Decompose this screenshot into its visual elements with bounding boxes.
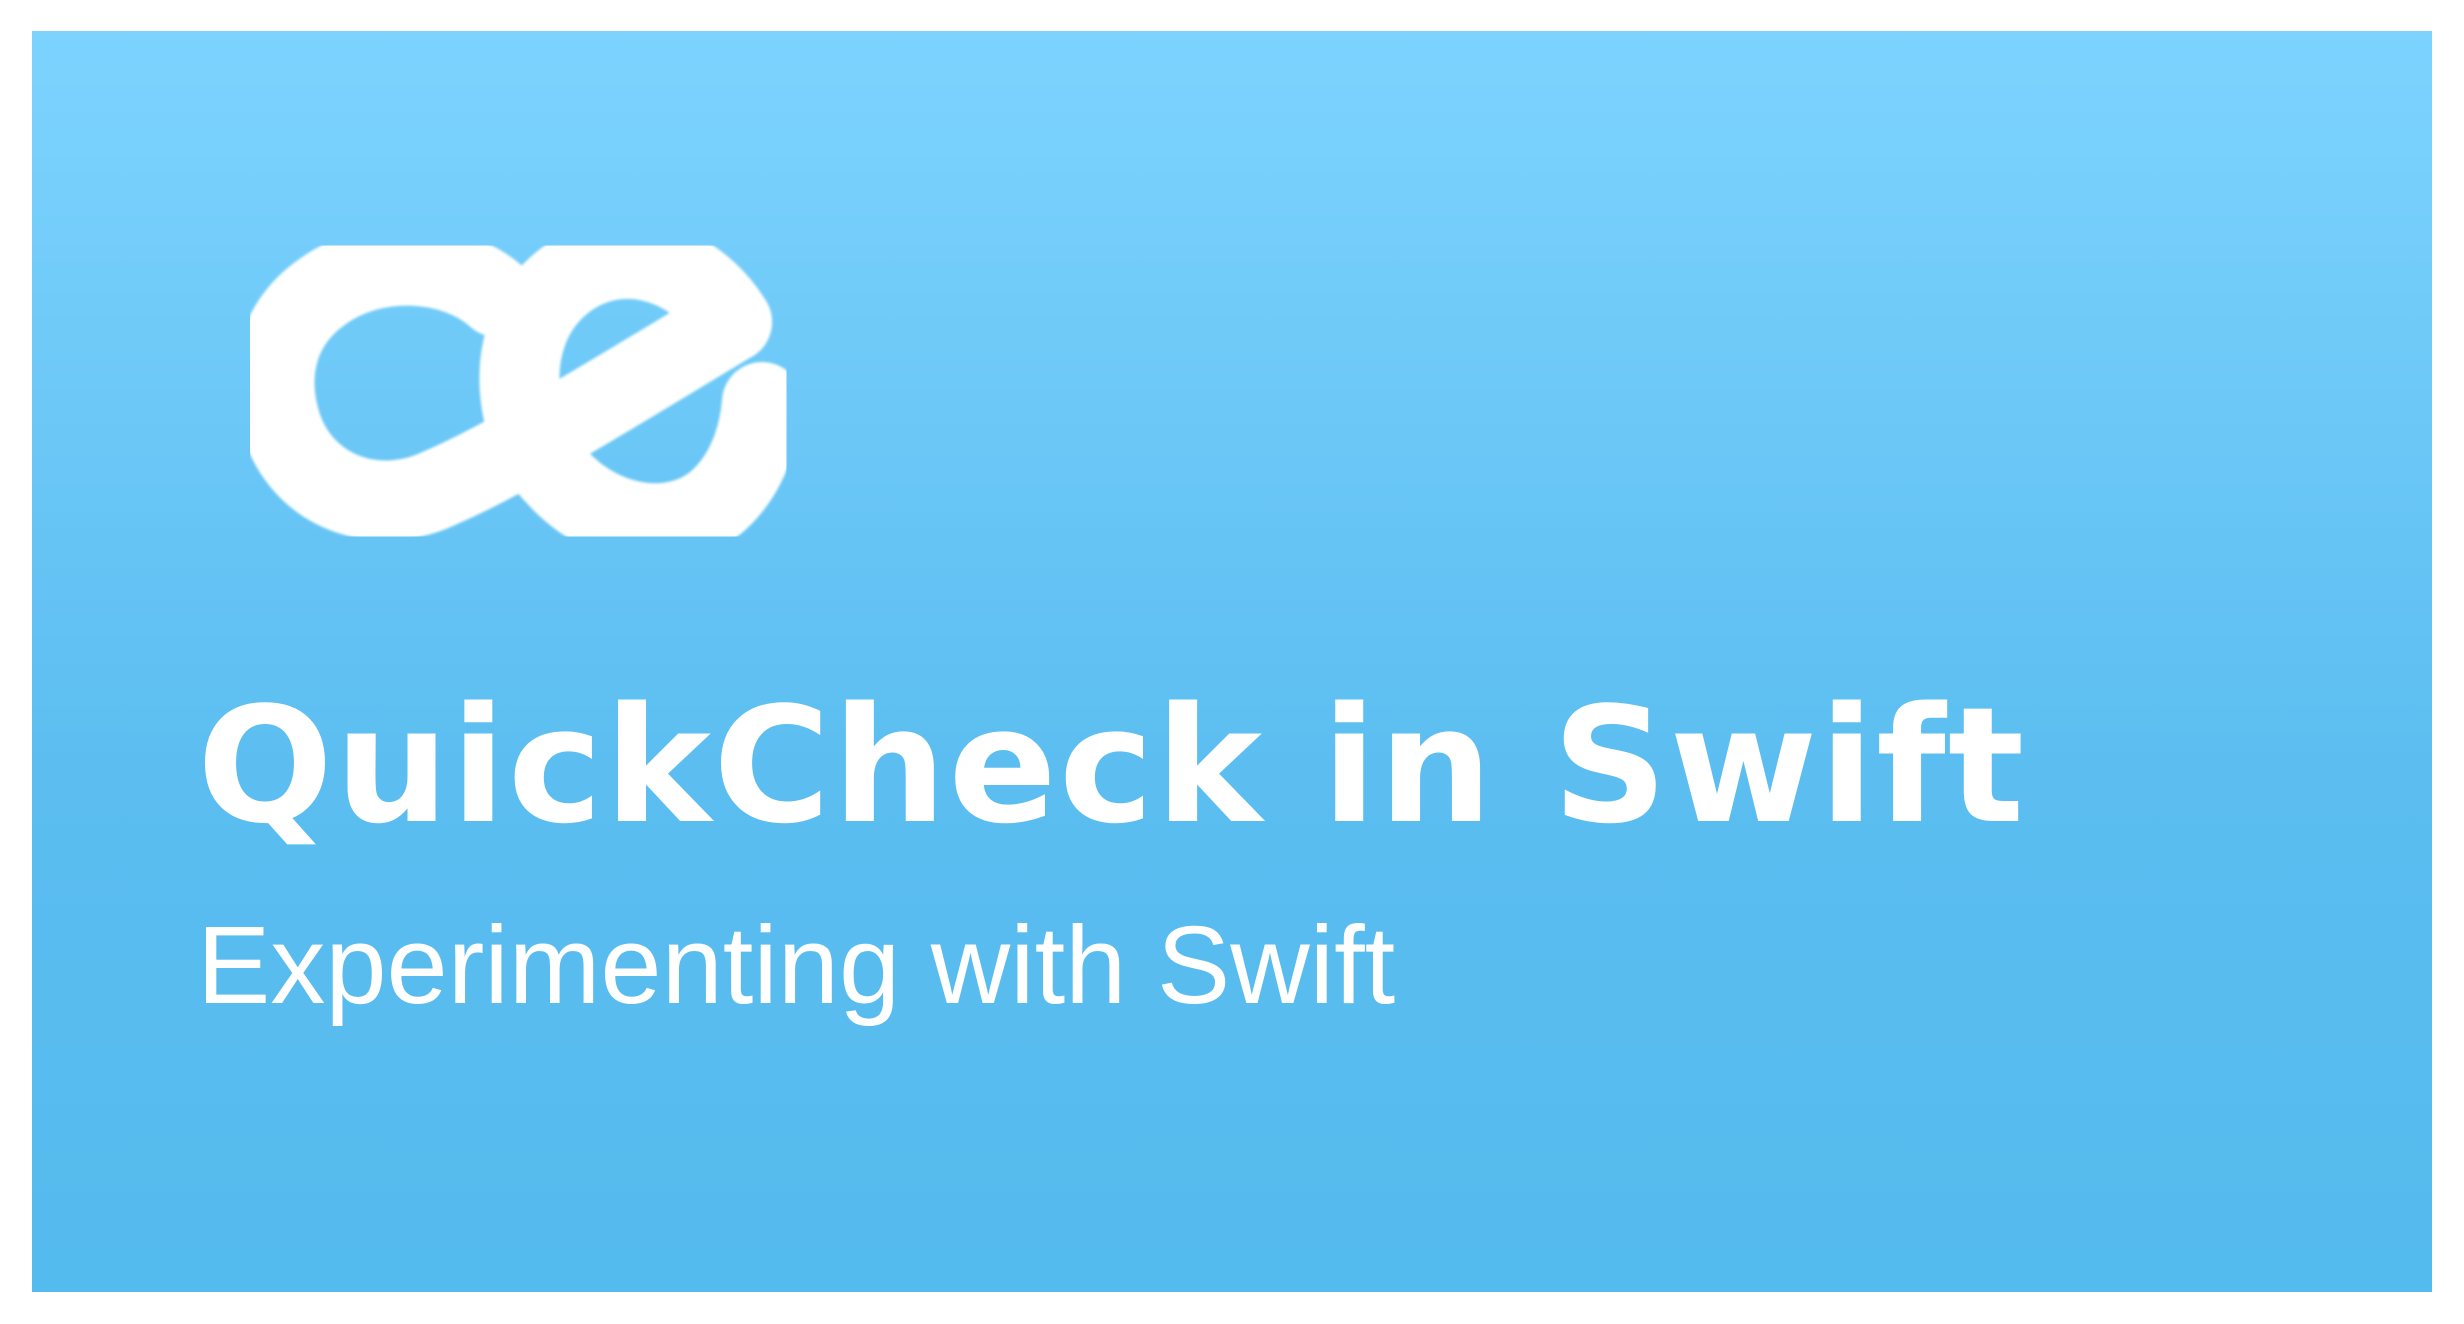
- page-title: QuickCheck in Swift: [197, 672, 2027, 859]
- ce-logo-icon: [234, 218, 802, 564]
- page-subtitle: Experimenting with Swift: [197, 904, 1396, 1027]
- banner-card: QuickCheck in Swift Experimenting with S…: [32, 31, 2432, 1292]
